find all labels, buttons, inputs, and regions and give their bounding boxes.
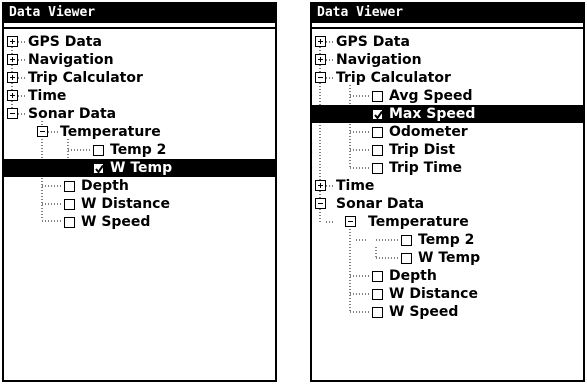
- checkbox-unchecked[interactable]: [64, 217, 75, 228]
- tree-item-label: W Distance: [389, 286, 478, 302]
- collapse-minus-icon[interactable]: [345, 216, 356, 227]
- expand-plus-icon[interactable]: [7, 54, 18, 65]
- checkbox-unchecked[interactable]: [372, 307, 383, 318]
- checkbox-unchecked[interactable]: [401, 235, 412, 246]
- tree-item-label: Sonar Data: [28, 106, 117, 122]
- tree-view[interactable]: GPS Data Navigation Trip Calculator Time…: [4, 27, 275, 380]
- checkbox-unchecked[interactable]: [93, 145, 104, 156]
- tree-item-label: GPS Data: [28, 34, 102, 50]
- tree-item-label: Odometer: [389, 124, 468, 140]
- tree-item-label: Avg Speed: [389, 88, 473, 104]
- tree-item-label: W Temp: [418, 250, 481, 266]
- tree-item-label: Trip Dist: [389, 142, 456, 158]
- window-title: Data Viewer: [312, 2, 583, 23]
- expand-plus-icon[interactable]: [7, 72, 18, 83]
- collapse-minus-icon[interactable]: [7, 108, 18, 119]
- tree-item-label: Depth: [81, 178, 129, 194]
- tree-item-label: GPS Data: [336, 34, 410, 50]
- tree-item-label: Temp 2: [110, 142, 167, 158]
- collapse-minus-icon[interactable]: [315, 72, 326, 83]
- tree-item-label: Trip Time: [389, 160, 463, 176]
- checkmark-icon: [374, 110, 383, 120]
- tree-item-label: Temp 2: [418, 232, 475, 248]
- tree-item-label: Time: [28, 88, 67, 104]
- tree-item-label: Time: [336, 178, 375, 194]
- checkbox-unchecked[interactable]: [372, 163, 383, 174]
- checkbox-unchecked[interactable]: [372, 145, 383, 156]
- tree-item-label: W Distance: [81, 196, 170, 212]
- tree-item-label: W Speed: [81, 214, 151, 230]
- tree-item-max-speed-selected[interactable]: Max Speed: [312, 105, 583, 123]
- tree-item-label: Trip Calculator: [28, 70, 143, 86]
- expand-plus-icon[interactable]: [7, 90, 18, 101]
- tree-item-label: Temperature: [60, 124, 161, 140]
- tree-item-label: Depth: [389, 268, 437, 284]
- checkbox-unchecked[interactable]: [401, 253, 412, 264]
- expand-plus-icon[interactable]: [315, 180, 326, 191]
- tree-item-label: W Temp: [110, 160, 173, 176]
- expand-plus-icon[interactable]: [315, 54, 326, 65]
- checkbox-unchecked[interactable]: [372, 127, 383, 138]
- tree-view[interactable]: GPS Data Navigation Trip Calculator Avg …: [312, 27, 583, 380]
- checkmark-icon: [95, 164, 104, 174]
- tree-item-label: Max Speed: [389, 106, 476, 122]
- expand-plus-icon[interactable]: [315, 36, 326, 47]
- tree-item-label: Trip Calculator: [336, 70, 451, 86]
- collapse-minus-icon[interactable]: [315, 198, 326, 209]
- checkbox-unchecked[interactable]: [64, 199, 75, 210]
- checkbox-unchecked[interactable]: [64, 181, 75, 192]
- collapse-minus-icon[interactable]: [37, 126, 48, 137]
- data-viewer-left-panel: Data Viewer GPS Data Navigation Trip Cal…: [2, 2, 277, 382]
- tree-item-label: Sonar Data: [336, 196, 425, 212]
- checkbox-checked[interactable]: [372, 109, 383, 120]
- checkbox-unchecked[interactable]: [372, 91, 383, 102]
- tree-item-label: W Speed: [389, 304, 459, 320]
- window-title: Data Viewer: [4, 2, 275, 23]
- tree-item-label: Navigation: [28, 52, 114, 68]
- checkbox-unchecked[interactable]: [372, 289, 383, 300]
- checkbox-unchecked[interactable]: [372, 271, 383, 282]
- tree-item-label: Temperature: [368, 214, 469, 230]
- tree-item-label: Navigation: [336, 52, 422, 68]
- expand-plus-icon[interactable]: [7, 36, 18, 47]
- checkbox-checked[interactable]: [93, 163, 104, 174]
- data-viewer-right-panel: Data Viewer GPS Data Navigation Trip Cal…: [310, 2, 585, 382]
- tree-item-w-temp-selected[interactable]: W Temp: [4, 159, 275, 177]
